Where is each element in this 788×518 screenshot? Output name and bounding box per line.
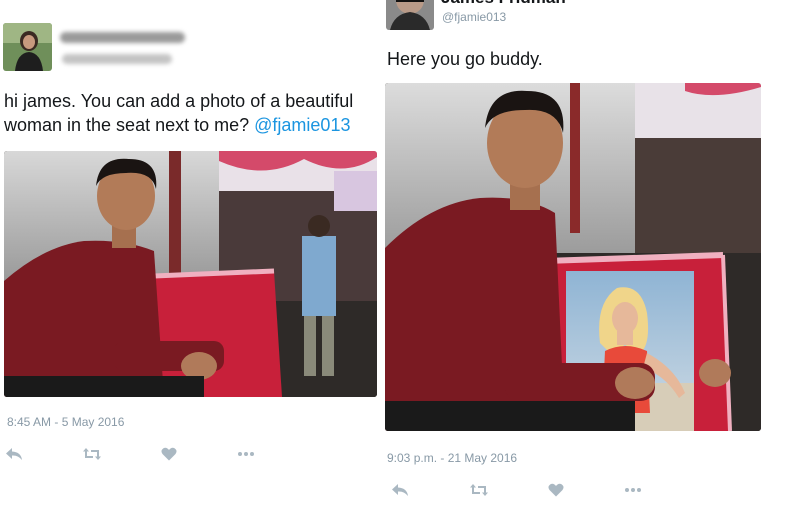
like-icon[interactable] xyxy=(159,445,179,463)
original-tweet: hi james. You can add a photo of a beaut… xyxy=(0,0,384,518)
display-name[interactable]: James Fridman xyxy=(441,0,566,8)
user-handle[interactable]: @fjamie013 xyxy=(442,10,506,24)
tweet-text: Here you go buddy. xyxy=(387,49,543,69)
user-avatar[interactable] xyxy=(3,23,52,71)
blurred-handle xyxy=(62,54,172,64)
reply-tweet: James Fridman @fjamie013 Here you go bud… xyxy=(384,0,788,518)
reply-icon[interactable] xyxy=(4,445,24,463)
like-icon[interactable] xyxy=(546,481,566,499)
retweet-icon[interactable] xyxy=(82,445,102,463)
tweet-timestamp[interactable]: 9:03 p.m. - 21 May 2016 xyxy=(387,451,517,465)
tweet-photo[interactable] xyxy=(4,151,377,397)
tweet-photo[interactable] xyxy=(385,83,761,431)
retweet-icon[interactable] xyxy=(469,481,489,499)
mention-link[interactable]: @fjamie013 xyxy=(254,115,350,135)
tweet-text: hi james. You can add a photo of a beaut… xyxy=(4,89,382,137)
more-icon[interactable] xyxy=(236,445,256,463)
tweet-timestamp[interactable]: 8:45 AM - 5 May 2016 xyxy=(7,415,124,429)
user-avatar[interactable] xyxy=(386,0,434,30)
reply-icon[interactable] xyxy=(390,481,410,499)
more-icon[interactable] xyxy=(623,481,643,499)
blurred-display-name xyxy=(60,32,185,43)
